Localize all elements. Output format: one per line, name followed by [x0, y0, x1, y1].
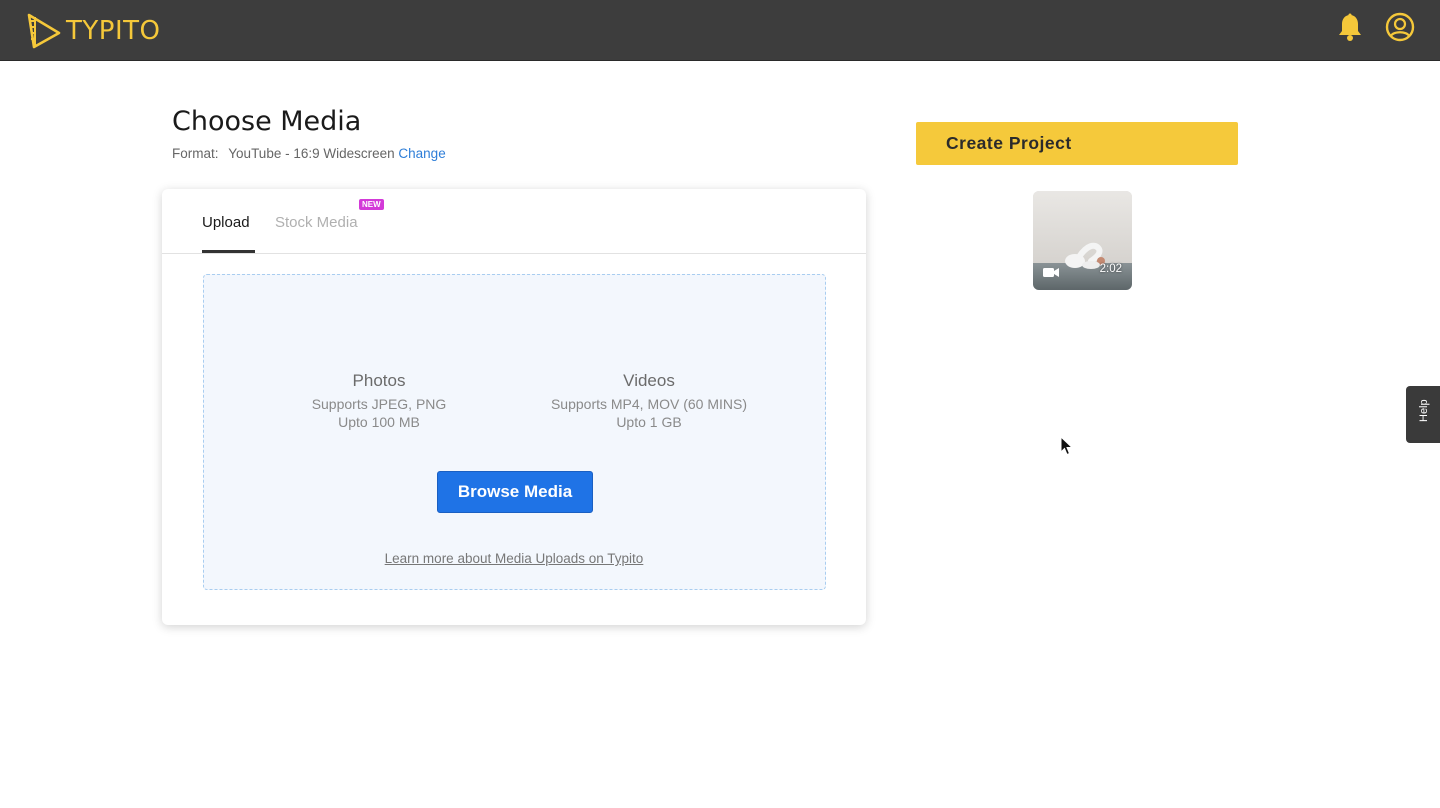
typito-logo-icon [27, 13, 61, 49]
active-tab-indicator [202, 250, 255, 253]
video-camera-icon [1043, 268, 1059, 277]
videos-size-limit: Upto 1 GB [616, 414, 682, 430]
user-account-icon[interactable] [1385, 12, 1415, 47]
learn-more-link[interactable]: Learn more about Media Uploads on Typito [204, 551, 824, 566]
browse-media-button[interactable]: Browse Media [437, 471, 593, 513]
help-label: Help [1418, 399, 1430, 422]
photos-size-limit: Upto 100 MB [338, 414, 420, 430]
change-format-link[interactable]: Change [398, 146, 445, 161]
help-tab[interactable]: Help [1406, 386, 1440, 443]
typito-logo[interactable]: TYPITO [26, 13, 160, 49]
format-label: Format: [172, 146, 219, 161]
media-thumbnail[interactable]: 2:02 [1033, 191, 1132, 290]
photos-info: Photos Supports JPEG, PNG Upto 100 MB [284, 371, 474, 431]
top-navigation-bar: TYPITO [0, 0, 1440, 61]
new-badge: NEW [359, 199, 384, 210]
media-panel: Upload Stock Media NEW Photos Supports J… [162, 189, 866, 625]
create-project-button[interactable]: Create Project [916, 122, 1238, 165]
notification-bell-icon[interactable] [1337, 13, 1363, 48]
photos-formats: Supports JPEG, PNG [311, 396, 447, 412]
mouse-cursor-icon [1060, 436, 1074, 456]
logo-text: TYPITO [66, 16, 161, 46]
tab-upload[interactable]: Upload [202, 214, 250, 231]
videos-formats: Supports MP4, MOV (60 MINS) [550, 396, 748, 412]
format-info: Format: YouTube - 16:9 Widescreen Change [172, 146, 446, 161]
videos-title: Videos [623, 371, 675, 390]
upload-dropzone[interactable]: Photos Supports JPEG, PNG Upto 100 MB Vi… [203, 274, 826, 590]
video-duration: 2:02 [1099, 263, 1122, 275]
page-title: Choose Media [172, 106, 362, 137]
media-tabs: Upload Stock Media NEW [162, 189, 866, 254]
tab-stock-media[interactable]: Stock Media [275, 214, 358, 231]
videos-info: Videos Supports MP4, MOV (60 MINS) Upto … [534, 371, 764, 431]
photos-title: Photos [352, 371, 406, 390]
format-value: YouTube - 16:9 Widescreen [228, 146, 395, 161]
